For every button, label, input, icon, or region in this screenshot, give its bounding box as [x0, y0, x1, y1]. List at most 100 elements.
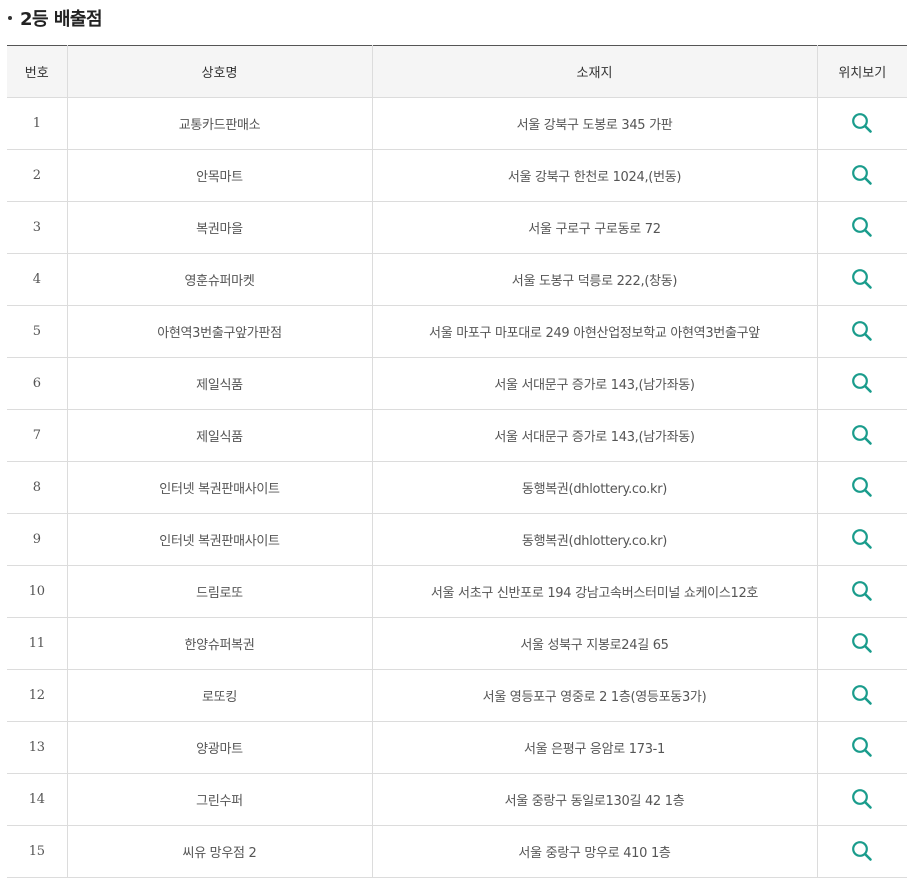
- shop-name: 한양슈퍼복권: [66, 617, 372, 670]
- table-row: 10 드림로또 서울 서초구 신반포로 194 강남고속버스터미널 쇼케이스12호: [7, 565, 907, 618]
- shop-name: 인터넷 복권판매사이트: [66, 513, 372, 566]
- row-number: 4: [7, 253, 67, 306]
- search-icon: [852, 164, 873, 185]
- search-icon: [852, 476, 873, 497]
- map-cell: [816, 357, 907, 410]
- shop-name: 아현역3번출구앞가판점: [66, 305, 372, 358]
- view-location-button[interactable]: [849, 422, 875, 448]
- shop-address: 서울 강북구 도봉로 345 가판: [371, 97, 817, 150]
- row-number: 9: [7, 513, 67, 566]
- map-cell: [816, 721, 907, 774]
- row-number: 14: [7, 773, 67, 826]
- header-address: 소재지: [371, 45, 817, 98]
- shop-name: 제일식품: [66, 357, 372, 410]
- shop-name: 씨유 망우점 2: [66, 825, 372, 878]
- bullet-dot: [8, 16, 12, 20]
- table-row: 12 로또킹 서울 영등포구 영중로 2 1층(영등포동3가): [7, 669, 907, 722]
- row-number: 1: [7, 97, 67, 150]
- row-number: 2: [7, 149, 67, 202]
- table-row: 5 아현역3번출구앞가판점 서울 마포구 마포대로 249 아현산업정보학교 아현역…: [7, 305, 907, 358]
- view-location-button[interactable]: [849, 370, 875, 396]
- map-cell: [816, 201, 907, 254]
- table-row: 14 그린수퍼 서울 중랑구 동일로130길 42 1층: [7, 773, 907, 826]
- winning-shops-table: 번호 상호명 소재지 위치보기 1 교통카드판매소 서울 강북구 도봉로 345 가…: [7, 45, 907, 878]
- view-location-button[interactable]: [849, 266, 875, 292]
- shop-name: 안목마트: [66, 149, 372, 202]
- shop-address: 서울 은평구 응암로 173-1: [371, 721, 817, 774]
- view-location-button[interactable]: [849, 526, 875, 552]
- shop-address: 동행복권(dhlottery.co.kr): [371, 461, 817, 514]
- shop-address: 서울 영등포구 영중로 2 1층(영등포동3가): [371, 669, 817, 722]
- search-icon: [852, 268, 873, 289]
- map-cell: [816, 773, 907, 826]
- row-number: 13: [7, 721, 67, 774]
- shop-name: 그린수퍼: [66, 773, 372, 826]
- shop-address: 서울 도봉구 덕릉로 222,(창동): [371, 253, 817, 306]
- table-body: 1 교통카드판매소 서울 강북구 도봉로 345 가판 2 안목마트 서울 강북구 한천로…: [7, 97, 907, 878]
- view-location-button[interactable]: [849, 786, 875, 812]
- section-title: 2등 배출점: [8, 6, 103, 30]
- shop-address: 서울 구로구 구로동로 72: [371, 201, 817, 254]
- table-row: 11 한양슈퍼복권 서울 성북구 지봉로24길 65: [7, 617, 907, 670]
- map-cell: [816, 669, 907, 722]
- section-title-text: 2등 배출점: [20, 9, 103, 30]
- search-icon: [852, 216, 873, 237]
- map-cell: [816, 253, 907, 306]
- search-icon: [852, 788, 873, 809]
- table-row: 1 교통카드판매소 서울 강북구 도봉로 345 가판: [7, 97, 907, 150]
- header-map: 위치보기: [816, 45, 907, 98]
- view-location-button[interactable]: [849, 214, 875, 240]
- map-cell: [816, 565, 907, 618]
- row-number: 8: [7, 461, 67, 514]
- shop-name: 복권마을: [66, 201, 372, 254]
- search-icon: [852, 580, 873, 601]
- table-row: 8 인터넷 복권판매사이트 동행복권(dhlottery.co.kr): [7, 461, 907, 514]
- search-icon: [852, 528, 873, 549]
- table-row: 2 안목마트 서울 강북구 한천로 1024,(번동): [7, 149, 907, 202]
- view-location-button[interactable]: [849, 838, 875, 864]
- shop-name: 제일식품: [66, 409, 372, 462]
- view-location-button[interactable]: [849, 578, 875, 604]
- shop-address: 서울 중랑구 동일로130길 42 1층: [371, 773, 817, 826]
- search-icon: [852, 372, 873, 393]
- table-row: 15 씨유 망우점 2 서울 중랑구 망우로 410 1층: [7, 825, 907, 878]
- view-location-button[interactable]: [849, 474, 875, 500]
- shop-address: 서울 서대문구 증가로 143,(남가좌동): [371, 409, 817, 462]
- table-header-row: 번호 상호명 소재지 위치보기: [7, 45, 907, 98]
- shop-name: 영훈슈퍼마켓: [66, 253, 372, 306]
- shop-name: 인터넷 복권판매사이트: [66, 461, 372, 514]
- view-location-button[interactable]: [849, 318, 875, 344]
- map-cell: [816, 97, 907, 150]
- map-cell: [816, 305, 907, 358]
- search-icon: [852, 632, 873, 653]
- shop-name: 로또킹: [66, 669, 372, 722]
- table-row: 3 복권마을 서울 구로구 구로동로 72: [7, 201, 907, 254]
- search-icon: [852, 320, 873, 341]
- view-location-button[interactable]: [849, 682, 875, 708]
- row-number: 12: [7, 669, 67, 722]
- map-cell: [816, 149, 907, 202]
- view-location-button[interactable]: [849, 162, 875, 188]
- row-number: 5: [7, 305, 67, 358]
- view-location-button[interactable]: [849, 734, 875, 760]
- shop-address: 서울 마포구 마포대로 249 아현산업정보학교 아현역3번출구앞: [371, 305, 817, 358]
- view-location-button[interactable]: [849, 110, 875, 136]
- header-no: 번호: [7, 45, 67, 98]
- map-cell: [816, 825, 907, 878]
- search-icon: [852, 840, 873, 861]
- row-number: 11: [7, 617, 67, 670]
- view-location-button[interactable]: [849, 630, 875, 656]
- row-number: 10: [7, 565, 67, 618]
- shop-name: 드림로또: [66, 565, 372, 618]
- table-row: 13 양광마트 서울 은평구 응암로 173-1: [7, 721, 907, 774]
- search-icon: [852, 684, 873, 705]
- row-number: 15: [7, 825, 67, 878]
- shop-address: 서울 성북구 지봉로24길 65: [371, 617, 817, 670]
- row-number: 3: [7, 201, 67, 254]
- row-number: 7: [7, 409, 67, 462]
- map-cell: [816, 409, 907, 462]
- row-number: 6: [7, 357, 67, 410]
- table-row: 4 영훈슈퍼마켓 서울 도봉구 덕릉로 222,(창동): [7, 253, 907, 306]
- shop-address: 동행복권(dhlottery.co.kr): [371, 513, 817, 566]
- table-row: 9 인터넷 복권판매사이트 동행복권(dhlottery.co.kr): [7, 513, 907, 566]
